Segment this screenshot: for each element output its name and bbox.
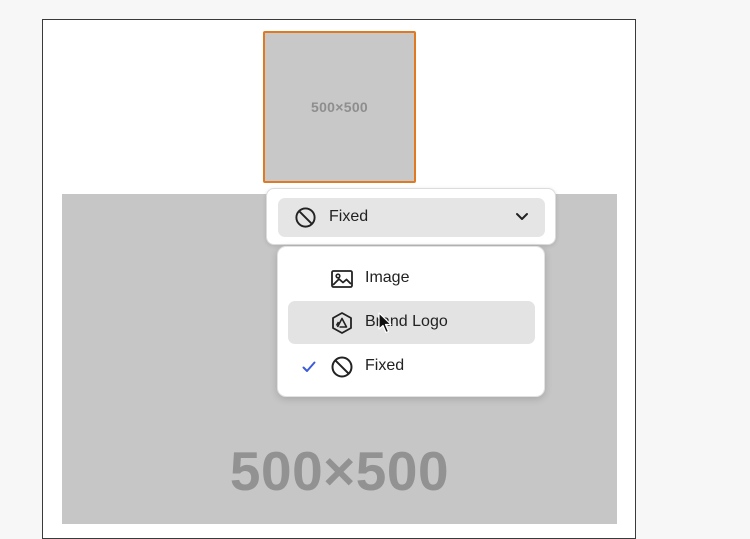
- checkmark-icon: [302, 361, 316, 372]
- source-type-menu: Image Brand Logo Fixed: [277, 246, 545, 397]
- thumbnail-size-label: 500×500: [311, 99, 368, 115]
- no-entry-icon: [331, 356, 353, 378]
- menu-item-brand-logo[interactable]: Brand Logo: [288, 301, 535, 344]
- source-picker-popover: Fixed: [266, 188, 556, 245]
- thumbnail-placeholder[interactable]: 500×500: [263, 31, 416, 183]
- image-icon: [331, 270, 353, 288]
- menu-item-label: Brand Logo: [365, 313, 448, 330]
- menu-item-image[interactable]: Image: [288, 257, 535, 300]
- source-type-dropdown[interactable]: Fixed: [278, 198, 545, 237]
- menu-item-label: Fixed: [365, 357, 405, 374]
- brand-logo-icon: [332, 312, 352, 334]
- chevron-down-icon[interactable]: [515, 212, 529, 222]
- no-entry-icon: [295, 207, 316, 228]
- dropdown-selected-value: Fixed: [329, 208, 369, 225]
- menu-item-fixed[interactable]: Fixed: [288, 345, 535, 388]
- canvas-size-label: 500×500: [229, 440, 450, 502]
- menu-item-label: Image: [365, 269, 410, 286]
